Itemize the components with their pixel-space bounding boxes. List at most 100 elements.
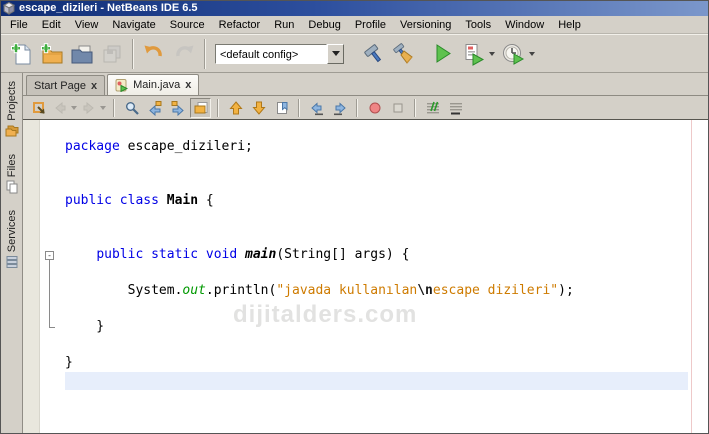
last-edit-location-button[interactable] — [28, 98, 49, 118]
tab-label: Start Page — [34, 80, 86, 92]
code-fold-line — [49, 260, 55, 328]
code-line[interactable] — [65, 228, 708, 246]
save-all-icon — [100, 42, 124, 66]
main-toolbar: <default config> — [1, 34, 708, 73]
new-project-button[interactable] — [37, 38, 67, 70]
sidebar-tab-label: Services — [6, 210, 18, 252]
sidebar-tab-label: Projects — [6, 81, 18, 121]
menu-item-help[interactable]: Help — [551, 17, 588, 33]
netbeans-window: escape_dizileri - NetBeans IDE 6.5 FileE… — [0, 0, 709, 434]
new-file-button[interactable] — [7, 38, 37, 70]
code-line[interactable] — [65, 156, 708, 174]
run-icon — [431, 42, 455, 66]
code-line[interactable]: } — [65, 318, 708, 336]
menu-item-run[interactable]: Run — [267, 17, 301, 33]
toolbar-separator — [113, 99, 115, 117]
code-lines[interactable]: package escape_dizileri;public class Mai… — [65, 138, 708, 390]
sidebar-tab-projects[interactable]: Projects — [5, 78, 19, 141]
next-bookmark-icon — [251, 100, 267, 116]
caret-down-icon — [489, 52, 495, 56]
close-icon[interactable]: x — [185, 80, 191, 90]
code-line[interactable]: System.out.println("javada kullanılan\ne… — [65, 282, 708, 300]
menu-item-window[interactable]: Window — [498, 17, 551, 33]
redo-button[interactable] — [169, 38, 199, 70]
sidebar-tab-files[interactable]: Files — [5, 151, 19, 197]
undo-icon — [142, 42, 166, 66]
code-line[interactable]: public class Main { — [65, 192, 708, 210]
title-bar[interactable]: escape_dizileri - NetBeans IDE 6.5 — [1, 1, 708, 16]
toggle-bookmark-button[interactable] — [271, 98, 292, 118]
menu-item-file[interactable]: File — [3, 17, 35, 33]
back-button[interactable] — [51, 98, 78, 118]
toggle-highlight-search-icon — [193, 100, 209, 116]
menu-item-profile[interactable]: Profile — [348, 17, 393, 33]
menu-item-versioning[interactable]: Versioning — [393, 17, 458, 33]
config-selector[interactable]: <default config> — [215, 44, 344, 64]
menu-item-source[interactable]: Source — [163, 17, 212, 33]
previous-bookmark-icon — [228, 100, 244, 116]
projects-icon — [5, 124, 19, 138]
tab-main-java[interactable]: Main.java x — [107, 74, 199, 95]
redo-icon — [172, 42, 196, 66]
build-project-button[interactable] — [358, 38, 388, 70]
toggle-highlight-search-button[interactable] — [190, 98, 211, 118]
document-tab-bar: Start Page x Main.java x — [23, 73, 708, 96]
save-all-button[interactable] — [97, 38, 127, 70]
find-previous-icon — [147, 100, 163, 116]
start-macro-recording-button[interactable] — [364, 98, 385, 118]
menu-item-edit[interactable]: Edit — [35, 17, 68, 33]
caret-down-icon — [71, 106, 77, 110]
code-line[interactable] — [65, 372, 708, 390]
toolbar-separator — [414, 99, 416, 117]
code-line[interactable] — [65, 174, 708, 192]
undo-button[interactable] — [139, 38, 169, 70]
find-selection-icon — [124, 100, 140, 116]
comment-button[interactable] — [422, 98, 443, 118]
config-selector-dropdown-button[interactable] — [327, 44, 344, 64]
new-file-icon — [10, 42, 34, 66]
code-line[interactable] — [65, 336, 708, 354]
find-next-button[interactable] — [167, 98, 188, 118]
clean-and-build-project-button[interactable] — [388, 38, 418, 70]
shift-line-left-icon — [309, 100, 325, 116]
menu-item-debug[interactable]: Debug — [301, 17, 347, 33]
open-project-button[interactable] — [67, 38, 97, 70]
forward-button[interactable] — [80, 98, 107, 118]
code-line[interactable] — [65, 264, 708, 282]
toolbar-separator — [356, 99, 358, 117]
menu-item-tools[interactable]: Tools — [458, 17, 498, 33]
profile-project-button[interactable] — [498, 38, 538, 70]
tab-start-page[interactable]: Start Page x — [26, 75, 105, 95]
code-line[interactable] — [65, 300, 708, 318]
debug-project-button[interactable] — [458, 38, 498, 70]
comment-icon — [425, 100, 441, 116]
find-selection-button[interactable] — [121, 98, 142, 118]
shift-line-left-button[interactable] — [306, 98, 327, 118]
run-project-button[interactable] — [428, 38, 458, 70]
menu-item-view[interactable]: View — [68, 17, 106, 33]
caret-down-icon — [100, 106, 106, 110]
stop-macro-recording-button[interactable] — [387, 98, 408, 118]
shift-line-right-button[interactable] — [329, 98, 350, 118]
menu-item-refactor[interactable]: Refactor — [212, 17, 268, 33]
find-previous-button[interactable] — [144, 98, 165, 118]
sidebar-tab-services[interactable]: Services — [5, 207, 19, 272]
code-line[interactable] — [65, 210, 708, 228]
code-line[interactable]: package escape_dizileri; — [65, 138, 708, 156]
code-editor[interactable]: - dijitalders.com package escape_diziler… — [23, 120, 708, 434]
clean-build-hammer-broom-icon — [391, 42, 415, 66]
files-icon — [5, 180, 19, 194]
next-bookmark-button[interactable] — [248, 98, 269, 118]
uncomment-button[interactable] — [445, 98, 466, 118]
menu-item-navigate[interactable]: Navigate — [105, 17, 162, 33]
previous-bookmark-button[interactable] — [225, 98, 246, 118]
sidebar-tab-label: Files — [6, 154, 18, 177]
code-line[interactable]: } — [65, 354, 708, 372]
editor-toolbar — [23, 96, 708, 120]
code-line[interactable]: public static void main(String[] args) { — [65, 246, 708, 264]
profile-clock-icon — [502, 42, 526, 66]
code-fold-collapse-icon[interactable]: - — [45, 251, 54, 260]
back-icon — [52, 100, 68, 116]
config-selector-value: <default config> — [215, 44, 327, 64]
close-icon[interactable]: x — [91, 81, 97, 91]
